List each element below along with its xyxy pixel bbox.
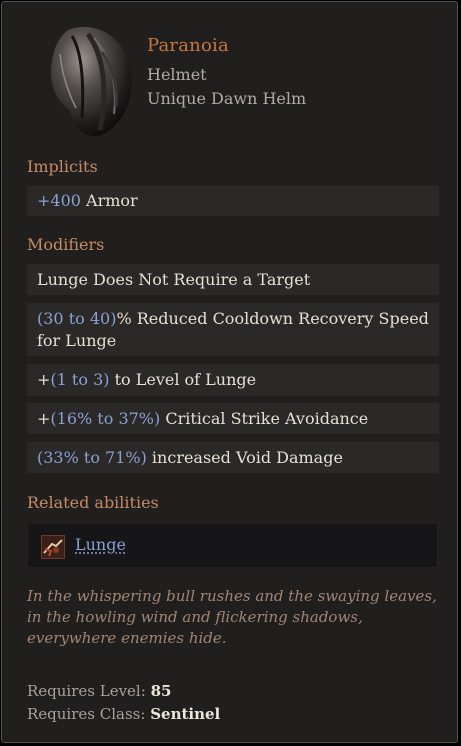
lunge-ability-link[interactable]: Lunge bbox=[75, 535, 126, 554]
item-tooltip: Paranoia Helmet Unique Dawn Helm Implici… bbox=[1, 1, 458, 743]
implicit-armor: +400 Armor bbox=[27, 186, 439, 216]
item-base: Unique Dawn Helm bbox=[147, 89, 307, 108]
item-type: Helmet bbox=[147, 65, 207, 84]
dawn-helm-icon bbox=[50, 26, 132, 137]
flavor-text: In the whispering bull rushes and the sw… bbox=[27, 587, 437, 647]
modifier-row: (33% to 71%) increased Void Damage bbox=[27, 442, 439, 473]
modifier-row: Lunge Does Not Require a Target bbox=[27, 264, 439, 295]
modifier-row: (30 to 40)% Reduced Cooldown Recovery Sp… bbox=[27, 303, 439, 356]
modifiers-title: Modifiers bbox=[27, 235, 105, 254]
related-ability-lunge[interactable]: Lunge bbox=[27, 523, 438, 568]
related-abilities-title: Related abilities bbox=[27, 493, 159, 512]
required-class: Requires Class: Sentinel bbox=[27, 705, 221, 723]
implicits-title: Implicits bbox=[27, 157, 98, 176]
modifier-row: +(1 to 3) to Level of Lunge bbox=[27, 364, 439, 396]
lunge-icon bbox=[41, 535, 65, 559]
item-name: Paranoia bbox=[147, 35, 229, 56]
required-level: Requires Level: 85 bbox=[27, 682, 172, 700]
modifier-row: +(16% to 37%) Critical Strike Avoidance bbox=[27, 403, 439, 434]
